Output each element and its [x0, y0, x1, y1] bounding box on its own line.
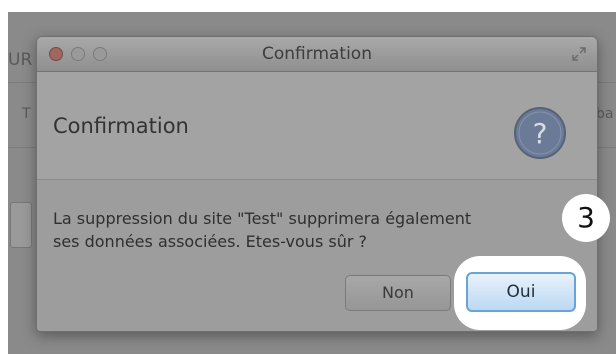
yes-button[interactable]: Oui [466, 272, 576, 312]
dialog-message-line: La suppression du site "Test" supprimera… [53, 209, 472, 228]
step-number-badge: 3 [562, 194, 610, 242]
window-title: Confirmation [262, 44, 372, 64]
svg-text:?: ? [533, 117, 548, 150]
background-url-label: UR [8, 50, 33, 70]
background-column-label: T [22, 106, 31, 122]
dialog-message: La suppression du site "Test" supprimera… [53, 207, 573, 253]
fullscreen-icon[interactable] [571, 46, 587, 62]
background-field [10, 202, 32, 248]
no-button[interactable]: Non [345, 275, 451, 311]
dialog-header-title: Confirmation [53, 114, 189, 138]
dialog-titlebar[interactable]: Confirmation [37, 37, 597, 72]
screenshot-stage: UR T ba Confirmation Confirmation ? La s… [0, 0, 616, 354]
dialog-header: Confirmation ? [37, 72, 597, 180]
question-icon: ? [514, 107, 566, 159]
dialog-message-line: ses données associées. Etes-vous sûr ? [53, 232, 367, 251]
background-right-label: ba [596, 106, 614, 122]
